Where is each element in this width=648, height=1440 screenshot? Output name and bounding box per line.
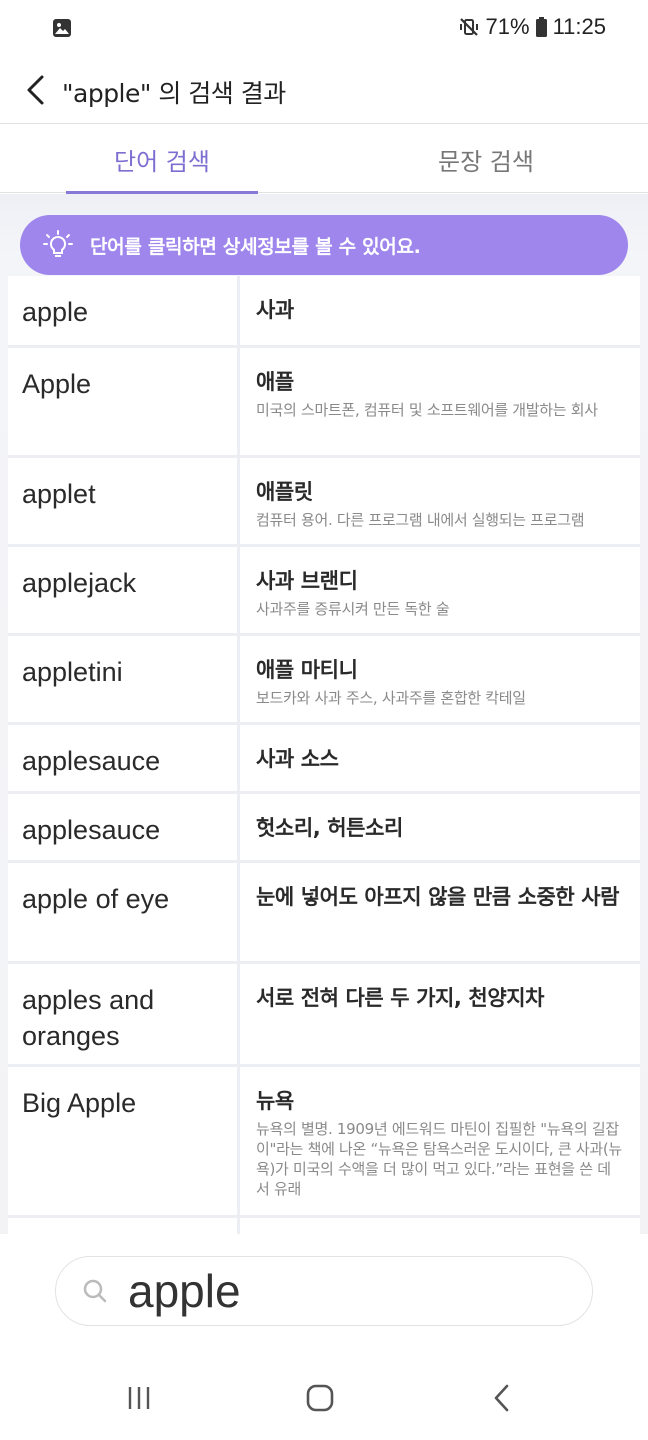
list-item[interactable]: Big Apple 뉴욕 뉴욕의 별명. 1909년 에드워드 마틴이 집필한 … [8,1067,640,1218]
result-description: 보드카와 사과 주스, 사과주를 혼합한 칵테일 [256,689,526,707]
battery-percent: 71% [485,14,530,39]
result-meaning: 눈에 넣어도 아프지 않을 만큼 소중한 사람 [256,885,620,909]
tip-banner: 단어를 클릭하면 상세정보를 볼 수 있어요. [20,215,628,275]
list-item[interactable]: apple of eye 눈에 넣어도 아프지 않을 만큼 소중한 사람 [8,863,640,964]
list-item[interactable]: applesauce 헛소리, 허튼소리 [8,794,640,863]
result-word: apples and oranges [8,964,240,1064]
result-word: Apple [8,348,240,455]
result-description: 사과주를 증류시켜 만든 독한 술 [256,600,450,618]
list-item[interactable]: apples and oranges 서로 전혀 다른 두 가지, 천양지차 [8,964,640,1067]
recent-apps-icon [128,1387,150,1409]
vibrate-mute-icon [459,18,478,36]
page-title: "apple" 의 검색 결과 [62,79,286,108]
result-meaning: 서로 전혀 다른 두 가지, 천양지차 [256,986,545,1010]
result-word: applesauce [8,794,240,860]
result-word: applejack [8,547,240,633]
result-description: 미국의 스마트폰, 컴퓨터 및 소프트웨어를 개발하는 회사 [256,401,598,419]
system-nav-bar [0,1354,648,1440]
list-item[interactable]: apple 사과 [8,276,640,348]
status-bar: 71% 11:25 [0,0,648,58]
list-item[interactable] [8,1218,640,1234]
tab-label: 단어 검색 [114,147,210,176]
result-meaning: 뉴욕 [256,1089,294,1113]
gallery-notification-icon [53,19,71,37]
tab-sentence-search[interactable]: 문장 검색 [324,125,648,193]
list-item[interactable]: applejack 사과 브랜디 사과주를 증류시켜 만든 독한 술 [8,547,640,636]
result-word: apple [8,276,240,345]
list-item[interactable]: Apple 애플 미국의 스마트폰, 컴퓨터 및 소프트웨어를 개발하는 회사 [8,348,640,458]
result-description: 뉴욕의 별명. 1909년 에드워드 마틴이 집필한 "뉴욕의 길잡이"라는 책… [256,1120,622,1198]
results-list: apple 사과 Apple 애플 미국의 스마트폰, 컴퓨터 및 소프트웨어를… [8,276,640,1234]
search-icon [83,1279,107,1303]
back-icon [494,1384,509,1412]
battery-icon [535,17,547,37]
recent-apps-button[interactable] [119,1378,159,1418]
list-item[interactable]: applesauce 사과 소스 [8,725,640,794]
result-word: Big Apple [8,1067,240,1215]
search-type-tabs: 단어 검색 문장 검색 [0,125,648,194]
result-word: applesauce [8,725,240,791]
back-nav-button[interactable] [482,1378,522,1418]
home-icon [306,1384,334,1412]
result-meaning: 애플릿 [256,480,313,504]
result-description: 컴퓨터 용어. 다른 프로그램 내에서 실행되는 프로그램 [256,511,585,529]
result-meaning: 애플 마티니 [256,658,358,682]
tab-label: 문장 검색 [438,147,534,176]
search-box[interactable] [55,1256,593,1326]
result-meaning: 애플 [256,370,294,394]
list-item[interactable]: applet 애플릿 컴퓨터 용어. 다른 프로그램 내에서 실행되는 프로그램 [8,458,640,547]
chevron-left-icon [27,75,44,105]
tab-word-search[interactable]: 단어 검색 [0,125,324,194]
result-word: appletini [8,636,240,722]
result-meaning: 사과 소스 [256,747,339,771]
result-word: applet [8,458,240,544]
result-meaning: 사과 브랜디 [256,569,358,593]
tip-text: 단어를 클릭하면 상세정보를 볼 수 있어요. [90,235,421,258]
results-content: 단어를 클릭하면 상세정보를 볼 수 있어요. apple 사과 Apple 애… [0,194,648,1234]
search-input[interactable] [128,1261,548,1321]
result-meaning: 사과 [256,298,294,322]
result-meaning: 헛소리, 허튼소리 [256,816,403,840]
app-header: "apple" 의 검색 결과 [0,58,648,124]
home-button[interactable] [300,1378,340,1418]
back-button[interactable] [18,72,52,108]
search-area [0,1234,648,1354]
list-item[interactable]: appletini 애플 마티니 보드카와 사과 주스, 사과주를 혼합한 칵테… [8,636,640,725]
clock: 11:25 [552,14,606,39]
lightbulb-icon [43,230,73,257]
result-word: apple of eye [8,863,240,961]
